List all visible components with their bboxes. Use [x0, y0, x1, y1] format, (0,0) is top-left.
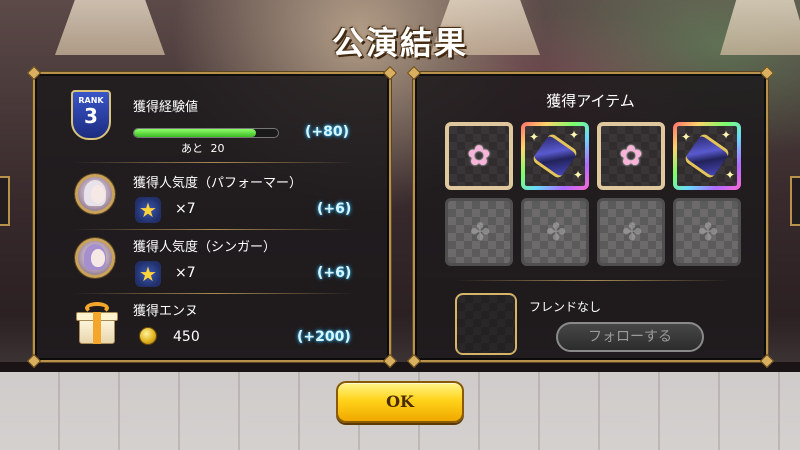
- divider: [73, 229, 355, 230]
- divider: [455, 280, 731, 281]
- follow-button[interactable]: フォローする: [556, 322, 704, 352]
- item-slot[interactable]: ✦ ✦ ✦: [521, 122, 589, 190]
- ennu-amount: 450: [173, 329, 200, 345]
- ceiling-lamp: [55, 0, 165, 55]
- stage-edge: [0, 362, 800, 372]
- ok-button[interactable]: OK: [336, 381, 464, 423]
- rank-badge: RANK 3: [71, 90, 111, 140]
- item-slot[interactable]: ✦ ✦ ✦: [673, 122, 741, 190]
- singer-popularity-label: 獲得人気度（シンガー）: [133, 240, 277, 255]
- items-title: 獲得アイテム: [546, 92, 635, 110]
- gift-bow-shape: [85, 302, 109, 314]
- friend-avatar-slot[interactable]: [455, 293, 517, 355]
- item-slot[interactable]: ✤: [673, 198, 741, 266]
- sparkle-icon: ✦: [721, 128, 732, 142]
- flower-icon: ✿: [467, 139, 491, 172]
- avatar-face: [91, 185, 105, 203]
- experience-remaining: あと 20: [181, 140, 225, 156]
- divider: [73, 293, 355, 294]
- coin-icon: [139, 327, 157, 345]
- item-slot[interactable]: ✤: [521, 198, 589, 266]
- experience-bar-fill: [134, 129, 257, 137]
- left-scroll-marker: [0, 176, 10, 226]
- singer-avatar: [75, 238, 115, 278]
- experience-remaining-label: あと: [181, 142, 203, 155]
- ennu-label: 獲得エンヌ: [133, 304, 199, 319]
- performer-avatar: [75, 174, 115, 214]
- frame-corner: [26, 65, 42, 81]
- sparkle-icon: ✦: [573, 168, 584, 182]
- gift-icon: [75, 302, 119, 346]
- frame-corner: [759, 65, 775, 81]
- friend-status: フレンドなし: [529, 300, 602, 314]
- paw-icon: ✤: [469, 218, 491, 246]
- performer-popularity-gain: (+6): [317, 201, 352, 217]
- right-scroll-marker: [790, 176, 800, 226]
- sparkle-icon: ✦: [569, 128, 580, 142]
- star-icon: ★: [135, 261, 161, 287]
- paw-icon: ✤: [545, 218, 567, 246]
- performer-popularity-count: ×7: [175, 201, 196, 217]
- rank-value: 3: [84, 104, 98, 128]
- page-title: 公演結果: [331, 24, 468, 62]
- experience-remaining-value: 20: [210, 142, 225, 155]
- avatar-face: [91, 249, 105, 267]
- frame-corner: [382, 65, 398, 81]
- star-icon: ★: [135, 197, 161, 223]
- frame-corner: [406, 65, 422, 81]
- experience-bar: [133, 128, 279, 138]
- items-panel: 獲得アイテム ✿ ✦ ✦ ✦ ✿ ✦ ✦ ✦ ✤ ✤ ✤ ✤ フレンドなし フォローする: [406, 65, 775, 369]
- item-slot[interactable]: ✤: [597, 198, 665, 266]
- results-panel: RANK 3 獲得経験値 あと 20 (+80) 獲得人気度（パフォーマー） ★…: [26, 65, 398, 369]
- ceiling-lamp: [720, 0, 800, 55]
- sparkle-icon: ✦: [529, 130, 540, 144]
- singer-popularity-count: ×7: [175, 265, 196, 281]
- sparkle-icon: ✦: [681, 130, 692, 144]
- experience-gain: (+80): [305, 124, 350, 140]
- paw-icon: ✤: [621, 218, 643, 246]
- item-slot[interactable]: ✿: [445, 122, 513, 190]
- flower-icon: ✿: [619, 139, 643, 172]
- singer-popularity-gain: (+6): [317, 265, 352, 281]
- slot-pattern: [457, 295, 515, 353]
- paw-icon: ✤: [697, 218, 719, 246]
- performer-popularity-label: 獲得人気度（パフォーマー）: [133, 176, 303, 191]
- sparkle-icon: ✦: [725, 168, 736, 182]
- item-slot[interactable]: ✤: [445, 198, 513, 266]
- item-slot[interactable]: ✿: [597, 122, 665, 190]
- gift-ribbon-shape: [93, 312, 101, 344]
- divider: [73, 162, 355, 163]
- ennu-gain: (+200): [297, 329, 351, 345]
- experience-label: 獲得経験値: [133, 100, 199, 115]
